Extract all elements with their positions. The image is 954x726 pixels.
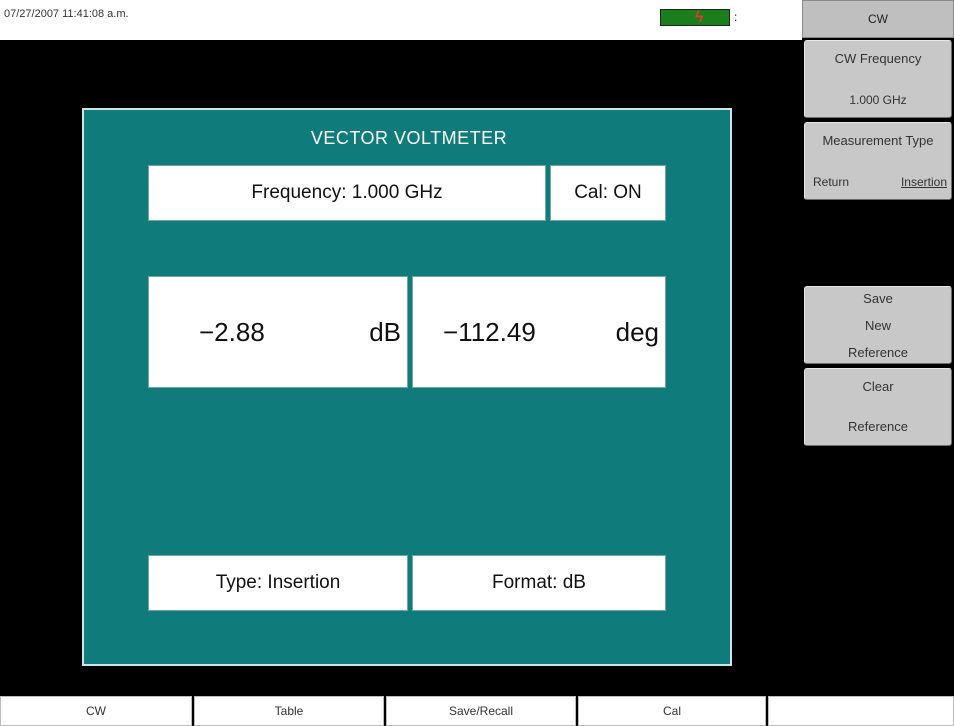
tab-empty[interactable]: [768, 696, 954, 726]
tab-cal[interactable]: Cal: [578, 696, 766, 726]
charging-bolt-icon: ϟ: [695, 9, 704, 26]
tab-save-recall[interactable]: Save/Recall: [386, 696, 576, 726]
measurement-area: VECTOR VOLTMETER Frequency: 1.000 GHz Ca…: [0, 40, 802, 696]
measurement-type-button[interactable]: Measurement Type Return Insertion: [804, 122, 952, 200]
frequency-display: Frequency: 1.000 GHz: [148, 165, 546, 221]
phase-unit: deg: [615, 316, 659, 347]
save-reference-line1: Save: [863, 291, 893, 306]
clear-reference-button[interactable]: Clear Reference: [804, 368, 952, 446]
magnitude-value: −2.88: [199, 316, 265, 347]
tab-cw[interactable]: CW: [0, 696, 192, 726]
option-insertion: Insertion: [900, 175, 947, 189]
cw-frequency-label: CW Frequency: [834, 51, 922, 66]
format-display: Format: dB: [412, 555, 666, 611]
cw-frequency-button[interactable]: CW Frequency 1.000 GHz: [804, 40, 952, 118]
panel-title: VECTOR VOLTMETER: [310, 128, 508, 148]
magnitude-unit: dB: [369, 316, 401, 347]
menu-title: CW: [802, 0, 954, 38]
bottom-tab-bar: CW Table Save/Recall Cal: [0, 696, 954, 726]
save-reference-line3: Reference: [848, 345, 908, 360]
phase-value: −112.49: [443, 316, 536, 347]
phase-readout: −112.49 deg: [412, 276, 666, 388]
vector-voltmeter-panel: VECTOR VOLTMETER Frequency: 1.000 GHz Ca…: [82, 108, 732, 666]
tab-table[interactable]: Table: [194, 696, 384, 726]
save-reference-line2: New: [864, 318, 891, 333]
cal-status: Cal: ON: [550, 165, 666, 221]
type-display: Type: Insertion: [148, 555, 408, 611]
cw-frequency-value: 1.000 GHz: [849, 93, 907, 107]
save-new-reference-button[interactable]: Save New Reference: [804, 286, 952, 364]
measurement-type-label: Measurement Type: [822, 133, 934, 148]
magnitude-readout: −2.88 dB: [148, 276, 408, 388]
clear-reference-line2: Reference: [848, 419, 908, 434]
timestamp: 07/27/2007 11:41:08 a.m.: [4, 8, 129, 20]
battery-charging-icon: ϟ: [660, 9, 730, 26]
status-bar: 07/27/2007 11:41:08 a.m. ϟ :: [0, 0, 802, 40]
battery-tip-icon: :: [734, 10, 738, 24]
option-return: Return: [813, 175, 850, 189]
clear-reference-line1: Clear: [862, 379, 894, 394]
softkey-menu: CW CW Frequency 1.000 GHz Measurement Ty…: [802, 0, 954, 696]
